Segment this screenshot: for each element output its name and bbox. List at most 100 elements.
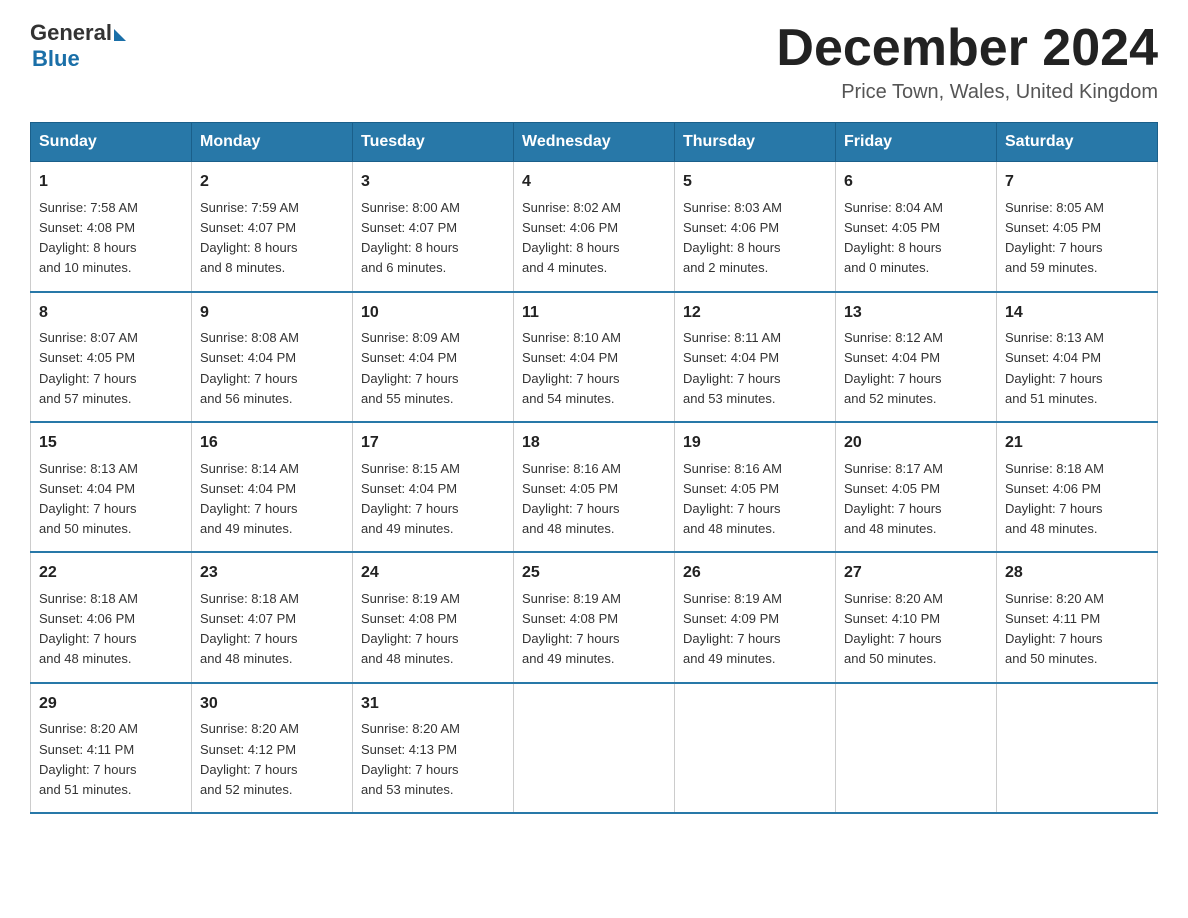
logo-blue-text: Blue bbox=[32, 46, 80, 71]
day-info: Sunrise: 8:08 AM Sunset: 4:04 PM Dayligh… bbox=[200, 328, 344, 409]
day-info: Sunrise: 8:19 AM Sunset: 4:08 PM Dayligh… bbox=[361, 589, 505, 670]
day-cell: 12Sunrise: 8:11 AM Sunset: 4:04 PM Dayli… bbox=[675, 292, 836, 422]
day-number: 26 bbox=[683, 561, 827, 586]
day-cell: 18 Sunrise: 8:16 AM Sunset: 4:05 PM Dayli… bbox=[514, 422, 675, 552]
day-info: Sunrise: 7:59 AM Sunset: 4:07 PM Dayligh… bbox=[200, 198, 344, 279]
day-cell: 29Sunrise: 8:20 AM Sunset: 4:11 PM Dayli… bbox=[31, 683, 192, 813]
day-number: 3 bbox=[361, 170, 505, 195]
day-info: Sunrise: 8:15 AM Sunset: 4:04 PM Dayligh… bbox=[361, 459, 505, 540]
day-number: 14 bbox=[1005, 301, 1149, 326]
day-number: 9 bbox=[200, 301, 344, 326]
col-header-sunday: Sunday bbox=[31, 123, 192, 162]
day-number: 28 bbox=[1005, 561, 1149, 586]
day-info: Sunrise: 8:16 AM Sunset: 4:05 PM Dayligh… bbox=[522, 459, 666, 540]
day-cell: 27 Sunrise: 8:20 AM Sunset: 4:10 PM Dayli… bbox=[836, 552, 997, 682]
day-cell: 13Sunrise: 8:12 AM Sunset: 4:04 PM Dayli… bbox=[836, 292, 997, 422]
day-number: 4 bbox=[522, 170, 666, 195]
col-header-tuesday: Tuesday bbox=[353, 123, 514, 162]
day-cell: 3 Sunrise: 8:00 AM Sunset: 4:07 PM Daylig… bbox=[353, 162, 514, 292]
day-info: Sunrise: 8:09 AM Sunset: 4:04 PM Dayligh… bbox=[361, 328, 505, 409]
day-cell bbox=[836, 683, 997, 813]
day-number: 11 bbox=[522, 301, 666, 326]
week-row-2: 8Sunrise: 8:07 AM Sunset: 4:05 PM Daylig… bbox=[31, 292, 1158, 422]
day-number: 10 bbox=[361, 301, 505, 326]
day-cell: 4 Sunrise: 8:02 AM Sunset: 4:06 PM Daylig… bbox=[514, 162, 675, 292]
day-info: Sunrise: 8:17 AM Sunset: 4:05 PM Dayligh… bbox=[844, 459, 988, 540]
day-info: Sunrise: 8:20 AM Sunset: 4:12 PM Dayligh… bbox=[200, 719, 344, 800]
day-info: Sunrise: 8:19 AM Sunset: 4:08 PM Dayligh… bbox=[522, 589, 666, 670]
day-cell: 31Sunrise: 8:20 AM Sunset: 4:13 PM Dayli… bbox=[353, 683, 514, 813]
day-cell: 11Sunrise: 8:10 AM Sunset: 4:04 PM Dayli… bbox=[514, 292, 675, 422]
logo-arrow-icon bbox=[114, 29, 126, 41]
page-header: General Blue December 2024 Price Town, W… bbox=[30, 20, 1158, 104]
day-number: 18 bbox=[522, 431, 666, 456]
day-number: 19 bbox=[683, 431, 827, 456]
logo-general-text: General bbox=[30, 20, 112, 46]
day-cell: 28 Sunrise: 8:20 AM Sunset: 4:11 PM Dayli… bbox=[997, 552, 1158, 682]
day-cell: 1 Sunrise: 7:58 AM Sunset: 4:08 PM Daylig… bbox=[31, 162, 192, 292]
day-cell: 7 Sunrise: 8:05 AM Sunset: 4:05 PM Daylig… bbox=[997, 162, 1158, 292]
day-number: 6 bbox=[844, 170, 988, 195]
logo: General Blue bbox=[30, 20, 128, 72]
week-row-5: 29Sunrise: 8:20 AM Sunset: 4:11 PM Dayli… bbox=[31, 683, 1158, 813]
day-cell: 19 Sunrise: 8:16 AM Sunset: 4:05 PM Dayli… bbox=[675, 422, 836, 552]
day-number: 25 bbox=[522, 561, 666, 586]
day-number: 30 bbox=[200, 692, 344, 717]
day-number: 12 bbox=[683, 301, 827, 326]
week-row-1: 1 Sunrise: 7:58 AM Sunset: 4:08 PM Daylig… bbox=[31, 162, 1158, 292]
week-row-4: 22Sunrise: 8:18 AM Sunset: 4:06 PM Dayli… bbox=[31, 552, 1158, 682]
col-header-thursday: Thursday bbox=[675, 123, 836, 162]
col-header-monday: Monday bbox=[192, 123, 353, 162]
day-cell: 8Sunrise: 8:07 AM Sunset: 4:05 PM Daylig… bbox=[31, 292, 192, 422]
day-cell: 14Sunrise: 8:13 AM Sunset: 4:04 PM Dayli… bbox=[997, 292, 1158, 422]
day-cell: 17 Sunrise: 8:15 AM Sunset: 4:04 PM Dayli… bbox=[353, 422, 514, 552]
day-number: 17 bbox=[361, 431, 505, 456]
day-info: Sunrise: 8:07 AM Sunset: 4:05 PM Dayligh… bbox=[39, 328, 183, 409]
day-info: Sunrise: 8:18 AM Sunset: 4:06 PM Dayligh… bbox=[1005, 459, 1149, 540]
col-header-wednesday: Wednesday bbox=[514, 123, 675, 162]
day-info: Sunrise: 8:11 AM Sunset: 4:04 PM Dayligh… bbox=[683, 328, 827, 409]
day-number: 7 bbox=[1005, 170, 1149, 195]
day-info: Sunrise: 8:00 AM Sunset: 4:07 PM Dayligh… bbox=[361, 198, 505, 279]
day-info: Sunrise: 8:20 AM Sunset: 4:13 PM Dayligh… bbox=[361, 719, 505, 800]
day-number: 31 bbox=[361, 692, 505, 717]
day-number: 2 bbox=[200, 170, 344, 195]
day-number: 29 bbox=[39, 692, 183, 717]
day-number: 20 bbox=[844, 431, 988, 456]
day-number: 21 bbox=[1005, 431, 1149, 456]
day-info: Sunrise: 8:13 AM Sunset: 4:04 PM Dayligh… bbox=[39, 459, 183, 540]
month-title: December 2024 bbox=[776, 20, 1158, 77]
day-info: Sunrise: 8:18 AM Sunset: 4:06 PM Dayligh… bbox=[39, 589, 183, 670]
day-cell: 5Sunrise: 8:03 AM Sunset: 4:06 PM Daylig… bbox=[675, 162, 836, 292]
day-cell: 22Sunrise: 8:18 AM Sunset: 4:06 PM Dayli… bbox=[31, 552, 192, 682]
day-cell: 21 Sunrise: 8:18 AM Sunset: 4:06 PM Dayli… bbox=[997, 422, 1158, 552]
title-block: December 2024 Price Town, Wales, United … bbox=[776, 20, 1158, 104]
day-info: Sunrise: 8:10 AM Sunset: 4:04 PM Dayligh… bbox=[522, 328, 666, 409]
day-cell: 20 Sunrise: 8:17 AM Sunset: 4:05 PM Dayli… bbox=[836, 422, 997, 552]
day-info: Sunrise: 8:14 AM Sunset: 4:04 PM Dayligh… bbox=[200, 459, 344, 540]
day-info: Sunrise: 8:12 AM Sunset: 4:04 PM Dayligh… bbox=[844, 328, 988, 409]
day-cell bbox=[997, 683, 1158, 813]
day-cell: 23 Sunrise: 8:18 AM Sunset: 4:07 PM Dayli… bbox=[192, 552, 353, 682]
day-number: 1 bbox=[39, 170, 183, 195]
day-number: 23 bbox=[200, 561, 344, 586]
day-cell: 26Sunrise: 8:19 AM Sunset: 4:09 PM Dayli… bbox=[675, 552, 836, 682]
day-cell: 10Sunrise: 8:09 AM Sunset: 4:04 PM Dayli… bbox=[353, 292, 514, 422]
day-info: Sunrise: 7:58 AM Sunset: 4:08 PM Dayligh… bbox=[39, 198, 183, 279]
day-info: Sunrise: 8:16 AM Sunset: 4:05 PM Dayligh… bbox=[683, 459, 827, 540]
col-header-saturday: Saturday bbox=[997, 123, 1158, 162]
day-cell: 6Sunrise: 8:04 AM Sunset: 4:05 PM Daylig… bbox=[836, 162, 997, 292]
day-info: Sunrise: 8:18 AM Sunset: 4:07 PM Dayligh… bbox=[200, 589, 344, 670]
day-number: 8 bbox=[39, 301, 183, 326]
day-cell: 24Sunrise: 8:19 AM Sunset: 4:08 PM Dayli… bbox=[353, 552, 514, 682]
day-info: Sunrise: 8:20 AM Sunset: 4:10 PM Dayligh… bbox=[844, 589, 988, 670]
day-cell: 2 Sunrise: 7:59 AM Sunset: 4:07 PM Daylig… bbox=[192, 162, 353, 292]
day-number: 15 bbox=[39, 431, 183, 456]
day-info: Sunrise: 8:20 AM Sunset: 4:11 PM Dayligh… bbox=[1005, 589, 1149, 670]
calendar-header-row: SundayMondayTuesdayWednesdayThursdayFrid… bbox=[31, 123, 1158, 162]
day-number: 27 bbox=[844, 561, 988, 586]
day-info: Sunrise: 8:02 AM Sunset: 4:06 PM Dayligh… bbox=[522, 198, 666, 279]
day-info: Sunrise: 8:05 AM Sunset: 4:05 PM Dayligh… bbox=[1005, 198, 1149, 279]
day-number: 5 bbox=[683, 170, 827, 195]
week-row-3: 15 Sunrise: 8:13 AM Sunset: 4:04 PM Dayli… bbox=[31, 422, 1158, 552]
